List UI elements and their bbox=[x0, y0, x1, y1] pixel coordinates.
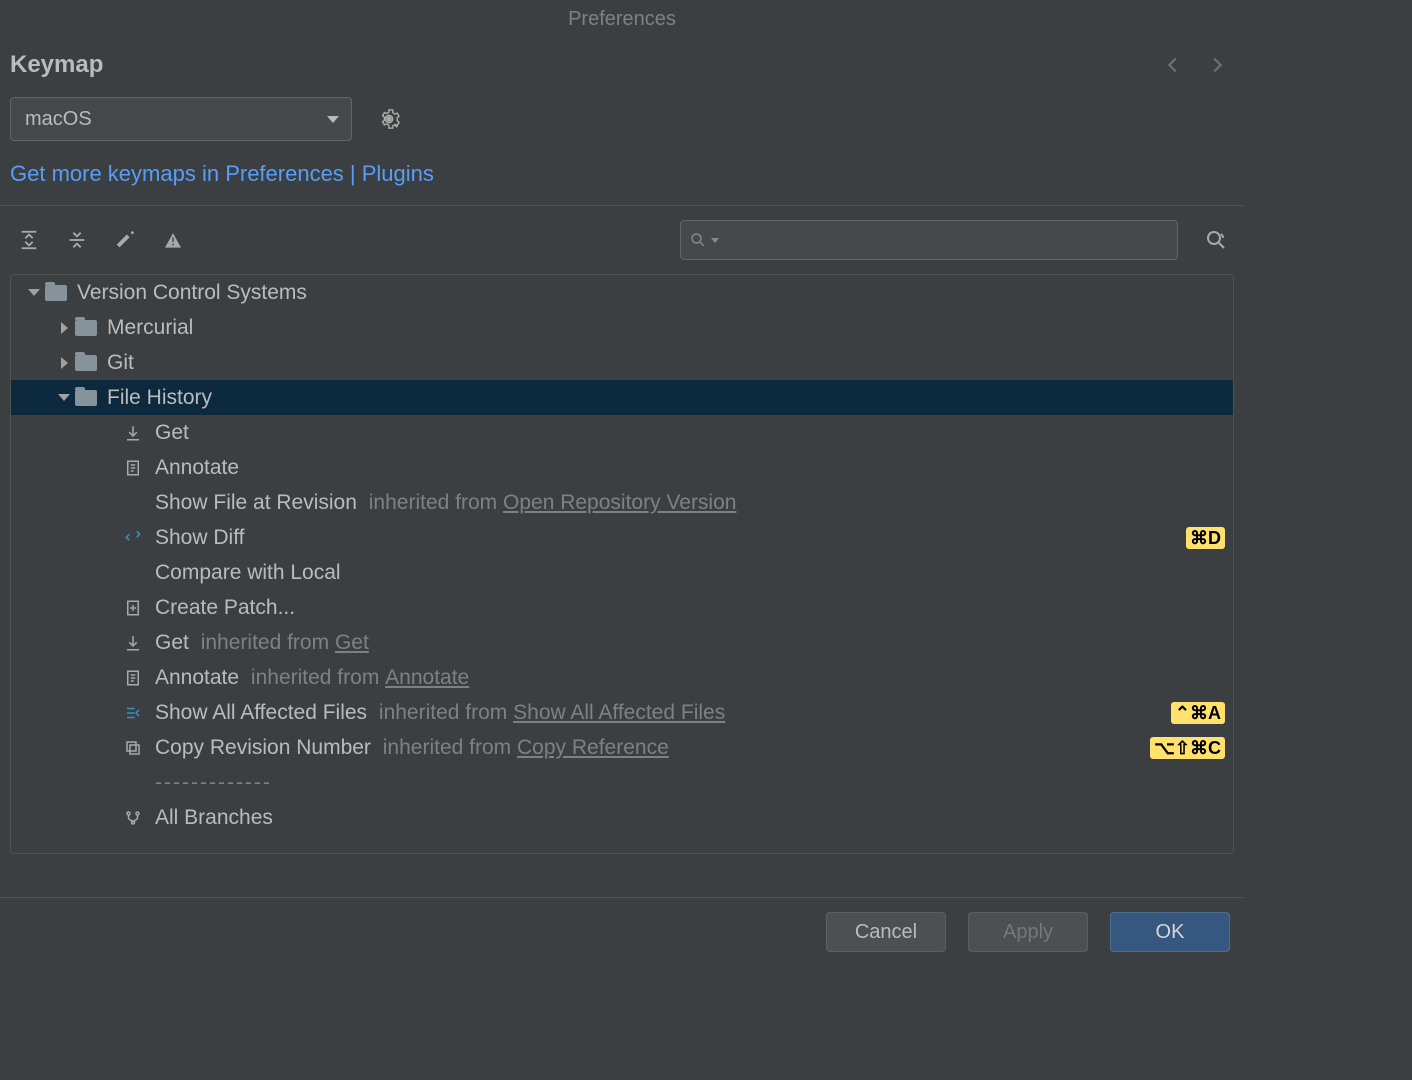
action-copy-revision-number[interactable]: Copy Revision Number inherited from Copy… bbox=[11, 730, 1233, 765]
tree-node-git[interactable]: Git bbox=[11, 345, 1233, 380]
download-icon bbox=[123, 634, 143, 652]
action-separator: ------------- bbox=[11, 765, 1233, 800]
dialog-footer: Cancel Apply OK bbox=[0, 897, 1244, 952]
action-label: Copy Revision Number bbox=[155, 736, 371, 760]
action-label: Show Diff bbox=[155, 526, 245, 550]
action-label: Show File at Revision bbox=[155, 491, 357, 515]
tree-node-vcs[interactable]: Version Control Systems bbox=[11, 275, 1233, 310]
tree-label: Mercurial bbox=[107, 316, 193, 340]
search-input[interactable] bbox=[680, 220, 1178, 260]
action-annotate-inherited[interactable]: Annotate inherited from Annotate bbox=[11, 660, 1233, 695]
action-all-branches[interactable]: All Branches bbox=[11, 800, 1233, 835]
find-by-shortcut-icon[interactable] bbox=[1204, 228, 1228, 252]
folder-icon bbox=[75, 320, 97, 336]
edit-icon[interactable] bbox=[114, 229, 136, 251]
tree-node-file-history[interactable]: File History bbox=[11, 380, 1233, 415]
patch-icon bbox=[123, 599, 143, 617]
folder-icon bbox=[75, 390, 97, 406]
keymap-toolbar bbox=[0, 206, 1244, 274]
annotate-icon bbox=[123, 669, 143, 687]
action-annotate[interactable]: Annotate bbox=[11, 450, 1233, 485]
expand-all-icon[interactable] bbox=[18, 229, 40, 251]
diff-icon bbox=[123, 529, 143, 547]
action-label: Show All Affected Files bbox=[155, 701, 367, 725]
chevron-right-icon bbox=[61, 322, 68, 334]
action-create-patch[interactable]: Create Patch... bbox=[11, 590, 1233, 625]
action-label: Compare with Local bbox=[155, 561, 341, 585]
action-label: Annotate bbox=[155, 456, 239, 480]
inherited-text: inherited from bbox=[245, 666, 385, 690]
keymap-tree[interactable]: Version Control Systems Mercurial Git Fi… bbox=[10, 274, 1234, 854]
action-show-all-affected-files[interactable]: Show All Affected Files inherited from S… bbox=[11, 695, 1233, 730]
action-get[interactable]: Get bbox=[11, 415, 1233, 450]
page-title: Keymap bbox=[10, 51, 103, 79]
nav-back-icon[interactable] bbox=[1162, 54, 1184, 76]
chevron-down-icon bbox=[327, 116, 339, 123]
inherited-link[interactable]: Copy Reference bbox=[517, 736, 669, 760]
folder-icon bbox=[45, 285, 67, 301]
tree-label: Version Control Systems bbox=[77, 281, 307, 305]
action-get-inherited[interactable]: Get inherited from Get bbox=[11, 625, 1233, 660]
shortcut-badge: ⌥⇧⌘C bbox=[1150, 737, 1225, 759]
action-compare-with-local[interactable]: Compare with Local bbox=[11, 555, 1233, 590]
warning-icon[interactable] bbox=[162, 229, 184, 251]
action-show-file-at-revision[interactable]: Show File at Revision inherited from Ope… bbox=[11, 485, 1233, 520]
download-icon bbox=[123, 424, 143, 442]
keymap-select[interactable]: macOS bbox=[10, 97, 352, 141]
action-show-diff[interactable]: Show Diff ⌘D bbox=[11, 520, 1233, 555]
copy-icon bbox=[123, 739, 143, 757]
chevron-right-icon bbox=[61, 357, 68, 369]
action-label: All Branches bbox=[155, 806, 273, 830]
inherited-link[interactable]: Show All Affected Files bbox=[513, 701, 725, 725]
ok-button[interactable]: OK bbox=[1110, 912, 1230, 952]
plugins-hint-row: Get more keymaps in Preferences | Plugin… bbox=[0, 151, 1244, 206]
plugins-link[interactable]: Get more keymaps in Preferences | Plugin… bbox=[10, 161, 434, 186]
search-icon bbox=[689, 231, 707, 249]
inherited-link[interactable]: Get bbox=[335, 631, 369, 655]
action-label: Annotate bbox=[155, 666, 239, 690]
inherited-link[interactable]: Annotate bbox=[385, 666, 469, 690]
keymap-settings-button[interactable] bbox=[378, 108, 400, 130]
chevron-down-icon bbox=[58, 394, 70, 401]
inherited-text: inherited from bbox=[363, 491, 503, 515]
cancel-button[interactable]: Cancel bbox=[826, 912, 946, 952]
nav-forward-icon[interactable] bbox=[1206, 54, 1228, 76]
inherited-text: inherited from bbox=[377, 736, 517, 760]
page-header: Keymap bbox=[0, 45, 1244, 97]
inherited-text: inherited from bbox=[195, 631, 335, 655]
action-label: Get bbox=[155, 421, 189, 445]
action-label: Get bbox=[155, 631, 189, 655]
inherited-link[interactable]: Open Repository Version bbox=[503, 491, 736, 515]
inherited-text: inherited from bbox=[373, 701, 513, 725]
folder-icon bbox=[75, 355, 97, 371]
chevron-down-icon bbox=[28, 289, 40, 296]
affected-files-icon bbox=[123, 704, 143, 722]
window-title: Preferences bbox=[0, 0, 1244, 45]
separator-dashes: ------------- bbox=[155, 771, 272, 795]
keymap-select-value: macOS bbox=[25, 108, 92, 131]
branch-icon bbox=[123, 809, 143, 827]
tree-node-mercurial[interactable]: Mercurial bbox=[11, 310, 1233, 345]
shortcut-badge: ⌘D bbox=[1186, 527, 1225, 549]
annotate-icon bbox=[123, 459, 143, 477]
action-label: Create Patch... bbox=[155, 596, 295, 620]
search-options-chevron-icon[interactable] bbox=[711, 238, 719, 243]
tree-label: File History bbox=[107, 386, 212, 410]
collapse-all-icon[interactable] bbox=[66, 229, 88, 251]
apply-button[interactable]: Apply bbox=[968, 912, 1088, 952]
tree-label: Git bbox=[107, 351, 134, 375]
shortcut-badge: ⌃⌘A bbox=[1171, 702, 1225, 724]
